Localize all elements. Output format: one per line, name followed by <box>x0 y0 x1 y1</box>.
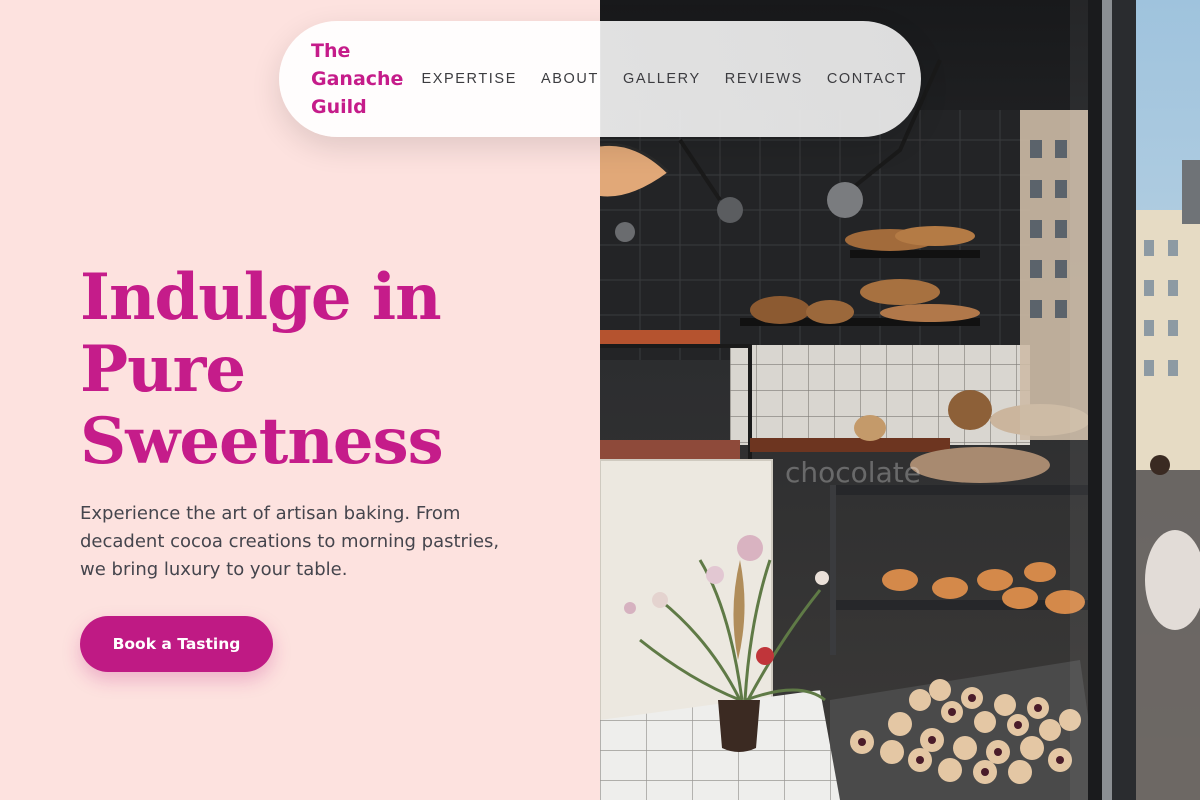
nav-link-about[interactable]: ABOUT <box>541 71 599 87</box>
brand-logo[interactable]: The Ganache Guild <box>311 37 403 121</box>
hero-title: Indulge in Pure Sweetness <box>80 262 560 478</box>
nav-link-reviews[interactable]: REVIEWS <box>725 71 803 87</box>
hero-title-line-3: Sweetness <box>80 404 444 479</box>
brand-name-line-2: Ganache <box>311 68 404 90</box>
nav-links: EXPERTISE ABOUT GALLERY REVIEWS CONTACT <box>421 71 907 87</box>
brand-name-line-3: Guild <box>311 96 367 118</box>
hero-subtitle: Experience the art of artisan baking. Fr… <box>80 503 500 580</box>
top-navigation: The Ganache Guild EXPERTISE ABOUT GALLER… <box>279 21 921 137</box>
nav-link-expertise[interactable]: EXPERTISE <box>421 71 517 87</box>
hero-title-line-1: Indulge in <box>80 260 442 335</box>
book-tasting-button[interactable]: Book a Tasting <box>80 616 273 672</box>
window-reflection-text: chocolate <box>785 456 921 489</box>
brand-name-line-1: The <box>311 40 351 62</box>
hero-title-line-2: Pure <box>80 332 246 407</box>
nav-link-contact[interactable]: CONTACT <box>827 71 907 87</box>
nav-link-gallery[interactable]: GALLERY <box>623 71 701 87</box>
